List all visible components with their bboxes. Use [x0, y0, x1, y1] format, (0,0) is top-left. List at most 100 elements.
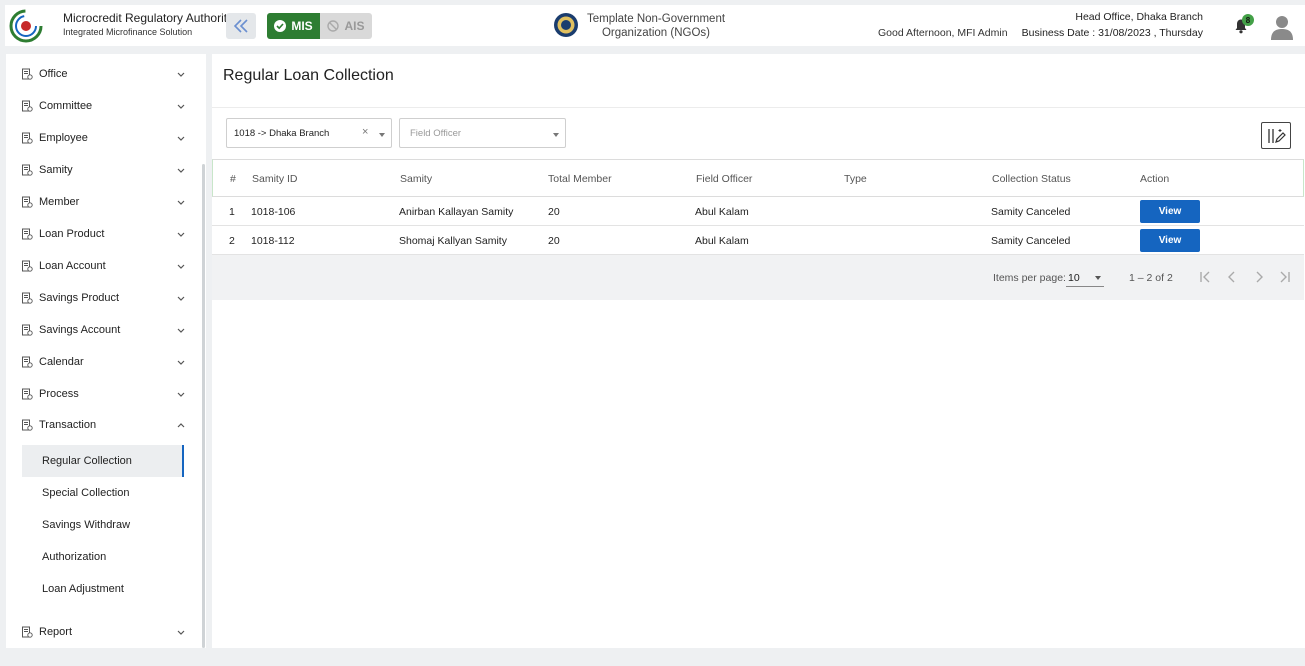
chevron-down-icon [177, 328, 185, 333]
mode-toggle: MIS AIS [267, 13, 372, 39]
branch-select[interactable]: 1018 -> Dhaka Branch × [226, 118, 392, 148]
block-icon [327, 20, 340, 32]
sidebar-item-label: Transaction [39, 419, 97, 431]
sidebar-item-label: Loan Account [39, 260, 106, 272]
sidebar-item-transaction[interactable]: Transaction [6, 410, 202, 440]
column-header-samity-id: Samity ID [252, 173, 298, 185]
sidebar-item-label: Loan Product [39, 228, 105, 240]
field-officer-cell: Abul Kalam [695, 235, 749, 247]
building-icon [22, 292, 33, 304]
sidebar-item-report[interactable]: Report [6, 617, 202, 647]
page-title: Regular Loan Collection [223, 67, 394, 84]
collection-status-cell: Samity Canceled [991, 235, 1071, 247]
ais-mode-button[interactable]: AIS [320, 13, 372, 39]
sidebar-subitem-savings-withdraw[interactable]: Savings Withdraw [22, 509, 184, 541]
first-page-button[interactable] [1197, 268, 1213, 286]
chevron-down-icon [177, 630, 185, 635]
sidebar-item-label: Office [39, 68, 68, 80]
sidebar-item-office[interactable]: Office [6, 59, 202, 89]
chevron-down-icon [177, 104, 185, 109]
collection-status-cell: Samity Canceled [991, 206, 1071, 218]
last-page-button[interactable] [1277, 268, 1293, 286]
chevron-down-icon [177, 360, 185, 365]
column-header-no: # [230, 173, 236, 185]
sidebar-item-member[interactable]: Member [6, 187, 202, 217]
organization-name: Template Non-Government Organization (NG… [586, 13, 726, 39]
mis-mode-button[interactable]: MIS [267, 13, 320, 39]
previous-page-button[interactable] [1224, 268, 1240, 286]
sidebar-item-loan-account[interactable]: Loan Account [6, 251, 202, 281]
dropdown-arrow-icon [1095, 276, 1101, 280]
collapse-sidebar-button[interactable] [226, 13, 256, 39]
building-icon [22, 356, 33, 368]
last-page-icon [1280, 271, 1290, 283]
sidebar-item-label: Calendar [39, 356, 84, 368]
total-member-cell: 20 [548, 235, 560, 247]
field-officer-cell: Abul Kalam [695, 206, 749, 218]
brand-title: Microcredit Regulatory Authority [63, 11, 234, 25]
page-range-label: 1 – 2 of 2 [1129, 272, 1173, 284]
sidebar-item-label: Process [39, 388, 79, 400]
sidebar: Office Committee Employee Samity Member Loan … [6, 54, 206, 648]
sidebar-subitem-regular-collection[interactable]: Regular Collection [22, 445, 184, 477]
chevron-down-icon [177, 72, 185, 77]
sidebar-scrollbar[interactable] [202, 164, 205, 648]
members-icon [22, 196, 33, 208]
edit-columns-button[interactable] [1261, 122, 1291, 149]
sidebar-item-loan-product[interactable]: Loan Product [6, 219, 202, 249]
column-edit-icon [1268, 128, 1286, 143]
next-page-button[interactable] [1251, 268, 1267, 286]
chevron-right-icon [1256, 271, 1263, 283]
notification-count-badge: 8 [1242, 14, 1254, 26]
sidebar-item-label: Report [39, 626, 73, 638]
column-header-collection-status: Collection Status [992, 173, 1071, 185]
view-button[interactable]: View [1140, 229, 1200, 252]
building-icon [22, 419, 33, 431]
column-header-total-member: Total Member [548, 173, 612, 185]
sidebar-item-label: Samity [39, 164, 73, 176]
branch-select-value: 1018 -> Dhaka Branch [234, 128, 330, 139]
items-per-page-label: Items per page: [993, 272, 1066, 284]
table-header: # Samity ID Samity Total Member Field Of… [212, 159, 1304, 197]
double-chevron-left-icon [233, 19, 248, 33]
chevron-down-icon [177, 232, 185, 237]
sidebar-item-label: Member [39, 196, 80, 208]
top-header: Microcredit Regulatory Authority Integra… [5, 5, 1305, 46]
building-icon [22, 324, 33, 336]
branch-name: Head Office, Dhaka Branch [1075, 11, 1203, 23]
sidebar-subitem-special-collection[interactable]: Special Collection [22, 477, 184, 509]
greeting-text: Good Afternoon, MFI Admin [878, 27, 1008, 39]
sidebar-subitem-label: Special Collection [42, 487, 130, 499]
chevron-left-icon [1228, 271, 1235, 283]
sidebar-item-committee[interactable]: Committee [6, 91, 202, 121]
chevron-down-icon [177, 264, 185, 269]
user-avatar-icon[interactable] [1270, 14, 1294, 40]
ais-label: AIS [344, 19, 365, 33]
sidebar-subitem-label: Loan Adjustment [42, 583, 124, 595]
samity-name-cell: Shomaj Kallyan Samity [399, 235, 507, 247]
sidebar-item-calendar[interactable]: Calendar [6, 347, 202, 377]
group-icon [22, 164, 33, 176]
field-officer-select[interactable]: Field Officer [399, 118, 566, 148]
sidebar-subitem-authorization[interactable]: Authorization [22, 541, 184, 573]
sidebar-item-savings-account[interactable]: Savings Account [6, 315, 202, 345]
chevron-down-icon [177, 136, 185, 141]
sidebar-item-label: Savings Account [39, 324, 121, 336]
table-row: 2 1018-112 Shomaj Kallyan Samity 20 Abul… [212, 226, 1304, 255]
sidebar-item-process[interactable]: Process [6, 379, 202, 409]
first-page-icon [1200, 271, 1210, 283]
sidebar-item-label: Employee [39, 132, 88, 144]
building-icon [22, 228, 33, 240]
clear-icon[interactable]: × [362, 126, 368, 138]
sidebar-item-savings-product[interactable]: Savings Product [6, 283, 202, 313]
chevron-up-icon [177, 423, 185, 428]
column-header-field-officer: Field Officer [696, 173, 753, 185]
sidebar-item-samity[interactable]: Samity [6, 155, 202, 185]
view-button[interactable]: View [1140, 200, 1200, 223]
page-size-select[interactable]: 10 [1066, 267, 1104, 287]
building-icon [22, 626, 33, 638]
samity-name-cell: Anirban Kallayan Samity [399, 206, 514, 218]
sidebar-item-employee[interactable]: Employee [6, 123, 202, 153]
sidebar-subitem-loan-adjustment[interactable]: Loan Adjustment [22, 573, 184, 605]
collection-table: # Samity ID Samity Total Member Field Of… [212, 159, 1304, 300]
